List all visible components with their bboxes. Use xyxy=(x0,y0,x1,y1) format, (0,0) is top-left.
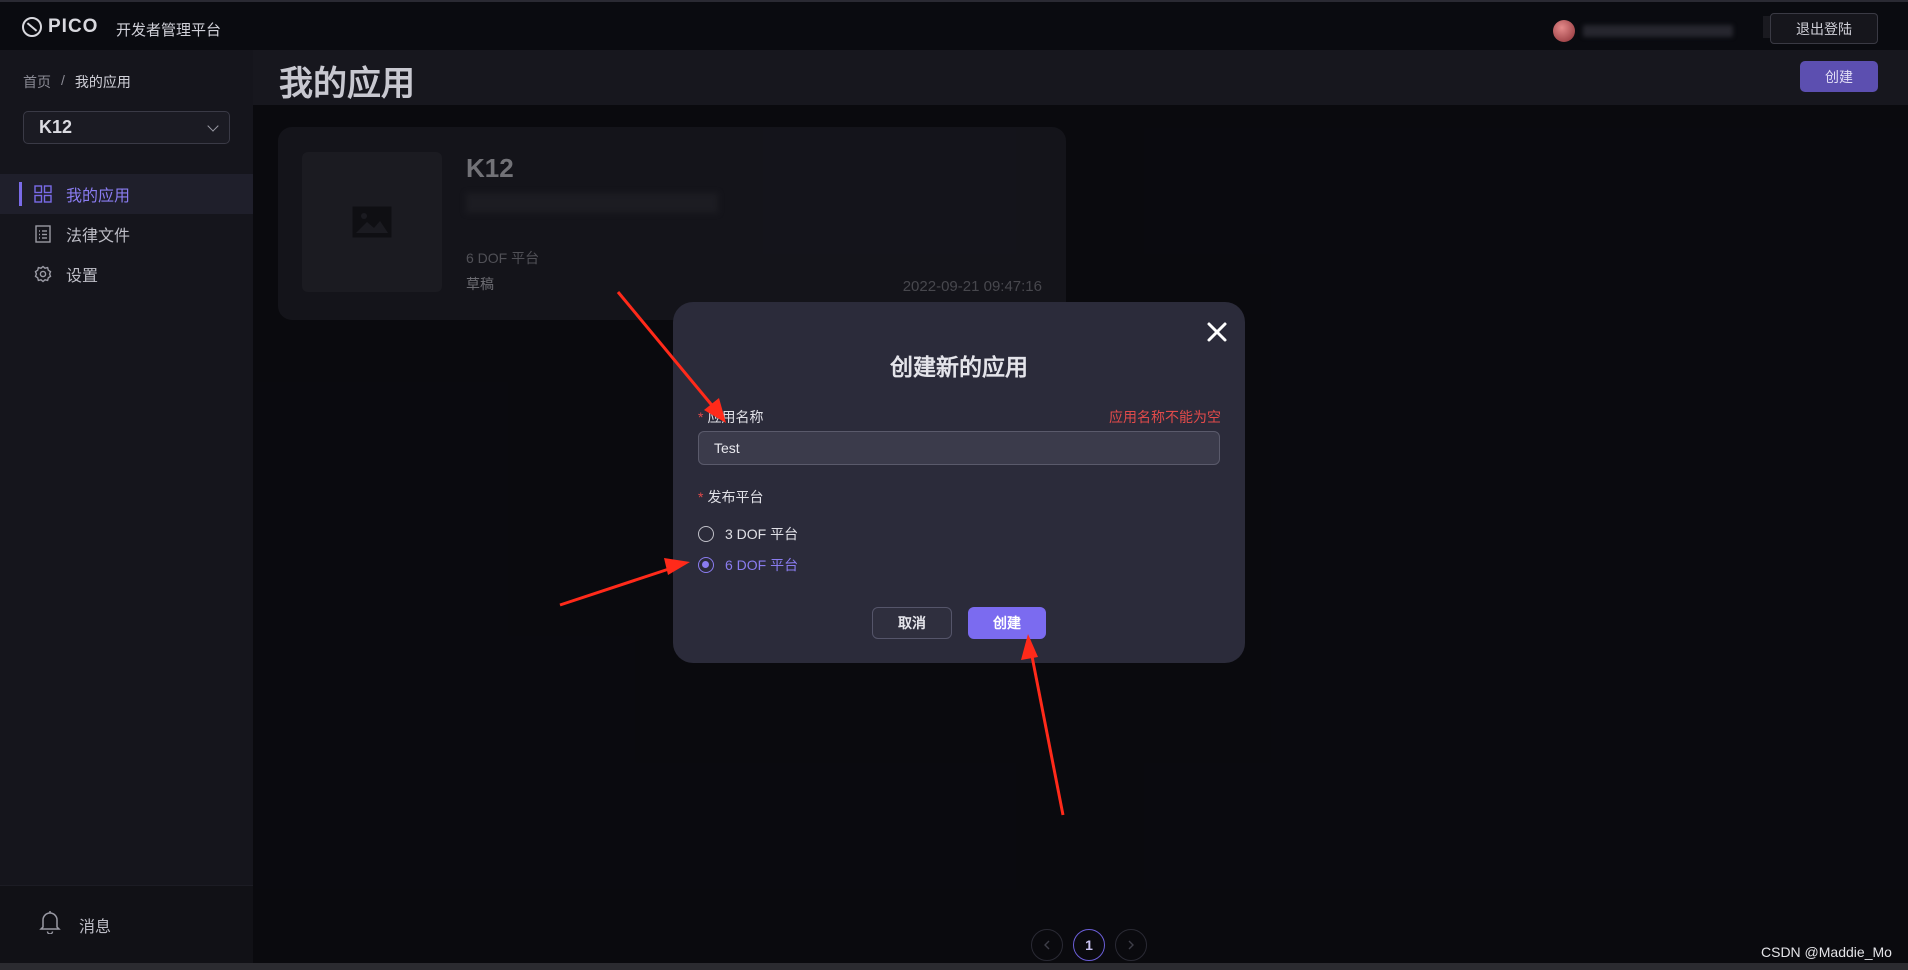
breadcrumb: 首页 / 我的应用 xyxy=(23,72,131,92)
sidebar-item-label: 法律文件 xyxy=(66,228,131,245)
sidebar-item-legal-docs[interactable]: 法律文件 xyxy=(0,214,253,254)
pagination: 1 xyxy=(1031,929,1147,961)
app-selector-value: K12 xyxy=(39,117,73,137)
chevron-right-icon xyxy=(1128,940,1134,950)
chevron-down-icon xyxy=(207,120,219,132)
sidebar-item-label: 设置 xyxy=(66,268,99,285)
dialog-title: 创建新的应用 xyxy=(890,354,1028,380)
brand-name: PICO xyxy=(48,16,99,37)
next-page-button[interactable] xyxy=(1115,929,1147,961)
breadcrumb-current: 我的应用 xyxy=(74,74,131,90)
top-bar: PICO 开发者管理平台 退出登陆 xyxy=(0,0,1908,50)
radio-3dof-label: 3 DOF 平台 xyxy=(725,526,799,542)
required-mark: * xyxy=(698,489,704,505)
page-title: 我的应用 xyxy=(279,65,415,103)
platform-label-text: 发布平台 xyxy=(707,489,764,505)
confirm-create-button[interactable]: 创建 xyxy=(968,607,1046,639)
pico-logo-icon xyxy=(22,17,42,37)
breadcrumb-home[interactable]: 首页 xyxy=(23,72,51,92)
required-mark: * xyxy=(698,409,704,425)
sidebar-nav: 我的应用 法律文件 设置 xyxy=(0,174,253,294)
gear-icon xyxy=(34,265,52,283)
radio-6dof-label: 6 DOF 平台 xyxy=(725,557,799,573)
app-name-input[interactable] xyxy=(698,431,1220,465)
watermark: CSDN @Maddie_Mo xyxy=(1761,944,1892,960)
sidebar-item-my-apps[interactable]: 我的应用 xyxy=(0,174,253,214)
avatar[interactable] xyxy=(1553,20,1575,42)
breadcrumb-separator: / xyxy=(61,72,65,88)
radio-3dof[interactable]: 3 DOF 平台 xyxy=(698,524,798,544)
user-name-redacted xyxy=(1583,25,1733,37)
grid-icon xyxy=(34,185,52,203)
sidebar-item-settings[interactable]: 设置 xyxy=(0,254,253,294)
app-name-error: 应用名称不能为空 xyxy=(1109,409,1221,425)
document-icon xyxy=(35,225,51,243)
platform-label: * 发布平台 xyxy=(698,487,763,507)
messages-label[interactable]: 消息 xyxy=(79,913,111,937)
platform-title: 开发者管理平台 xyxy=(116,22,222,39)
pico-logo[interactable]: PICO xyxy=(22,16,98,38)
sidebar-item-label: 我的应用 xyxy=(66,188,131,205)
create-app-dialog: 创建新的应用 *应用名称 应用名称不能为空 *发布平台 3 DOF 平台 6 D… xyxy=(673,302,1245,663)
cancel-button[interactable]: 取消 xyxy=(872,607,952,639)
sidebar: 首页 / 我的应用 K12 我的应用 法律文件 设置 消息 xyxy=(0,50,253,963)
radio-6dof[interactable]: 6 DOF 平台 xyxy=(698,555,798,575)
app-name-label-text: 应用名称 xyxy=(707,409,764,425)
bottom-strip xyxy=(0,963,1908,970)
sidebar-footer: 消息 xyxy=(0,885,253,963)
chevron-left-icon xyxy=(1044,940,1050,950)
logout-button[interactable]: 退出登陆 xyxy=(1770,13,1878,44)
main-header: 我的应用 创建 xyxy=(253,50,1908,105)
radio-3dof-circle[interactable] xyxy=(698,526,714,542)
app-selector[interactable]: K12 xyxy=(23,111,230,144)
bell-icon[interactable] xyxy=(39,910,61,934)
prev-page-button[interactable] xyxy=(1031,929,1063,961)
radio-6dof-circle[interactable] xyxy=(698,557,714,573)
close-icon[interactable] xyxy=(1204,319,1230,345)
app-name-label: * 应用名称 xyxy=(698,407,763,427)
create-app-button[interactable]: 创建 xyxy=(1800,61,1878,92)
page-1-button[interactable]: 1 xyxy=(1073,929,1105,961)
